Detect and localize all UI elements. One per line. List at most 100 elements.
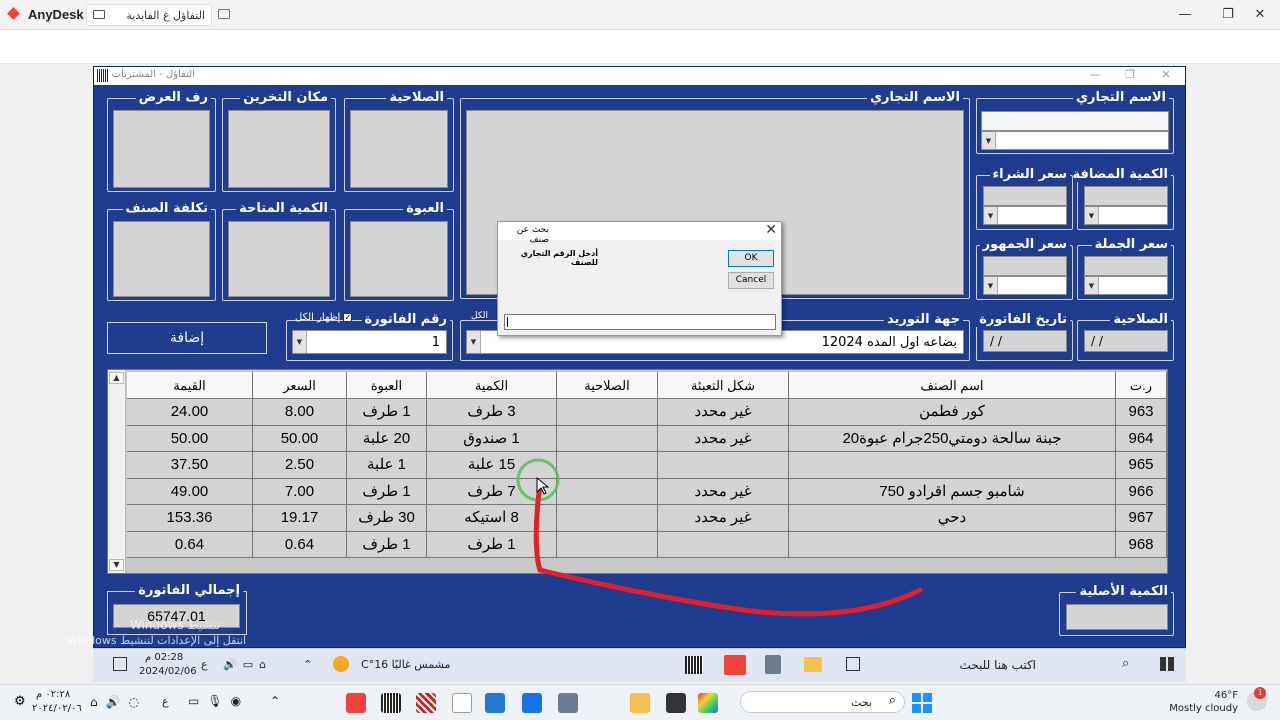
local-calculator-icon[interactable] (558, 693, 578, 713)
grid-cell-value[interactable]: 37.50 (127, 452, 253, 479)
local-barcode-icon[interactable] (381, 693, 401, 713)
invoice-no-combo[interactable]: ▼ 1 (292, 330, 447, 354)
grid-cell-package[interactable]: 1 طرف (347, 399, 427, 426)
dialog-ok-button[interactable]: OK (728, 250, 774, 267)
grid-cell-value[interactable]: 49.00 (127, 478, 253, 505)
grid-cell-package[interactable]: 20 علبة (347, 425, 427, 452)
grid-cell-packing[interactable]: غير محدد (658, 478, 789, 505)
close-icon[interactable]: ✕ (1250, 7, 1270, 22)
grid-header-packing[interactable]: شكل التعبئة (658, 372, 789, 399)
items-grid[interactable]: ▲ ▼ ر.ت اسم الصنف شكل التعبئة الصلاحية الكمي… (107, 369, 1168, 574)
grid-cell-row-no[interactable]: 967 (1116, 505, 1167, 532)
grid-cell-row-no[interactable]: 964 (1116, 425, 1167, 452)
grid-cell-quantity[interactable]: 8 استيكه (427, 505, 557, 532)
purchase-price-combo[interactable]: ▼ (983, 206, 1067, 225)
tray-chevron-icon[interactable]: ⌃ (303, 658, 312, 671)
grid-header-expiry[interactable]: الصلاحية (557, 372, 658, 399)
grid-cell-row-no[interactable]: 963 (1116, 399, 1167, 426)
grid-header-price[interactable]: السعر (253, 372, 347, 399)
minimize-icon[interactable]: — (1175, 7, 1195, 22)
local-anydesk-icon[interactable] (346, 693, 366, 713)
grid-cell-price[interactable]: 19.17 (253, 505, 347, 532)
trade-name-combo[interactable]: ▼ (981, 131, 1169, 150)
local-tray-chevron-icon[interactable]: ⌃ (270, 694, 280, 708)
local-tray-icons[interactable]: ▭🎙◉ (188, 694, 249, 708)
grid-cell-expiry[interactable] (557, 505, 658, 532)
grid-cell-row-no[interactable]: 965 (1116, 452, 1167, 479)
grid-cell-item-name[interactable]: جبنة سالحة دومتي250جرام عبوة20 (789, 425, 1116, 452)
remote-time[interactable]: 02:28 م (145, 652, 183, 663)
public-price-combo[interactable]: ▼ (983, 276, 1067, 295)
invoice-date-input[interactable]: / / (983, 330, 1067, 352)
trade-number-input[interactable] (504, 314, 776, 330)
local-network-icons[interactable]: ⌂🔊◌ (90, 695, 147, 709)
expiry-date-input[interactable]: / / (1084, 330, 1168, 352)
combo-dropdown-icon[interactable]: ▼ (1085, 207, 1099, 224)
grid-cell-packing[interactable]: غير محدد (658, 399, 789, 426)
local-time[interactable]: ٠٢:٢٨ م (36, 689, 70, 700)
barcode-app-icon[interactable] (685, 656, 703, 674)
grid-cell-price[interactable]: 0.64 (253, 531, 347, 558)
local-date[interactable]: ٢٠٢٤/٠٢/٠٦ (32, 703, 82, 714)
checkbox-checked-icon[interactable]: ✓ (343, 313, 353, 322)
show-all-checkbox[interactable]: ✓ إظهار الكل (295, 312, 353, 323)
anydesk-taskbar-icon[interactable] (724, 655, 746, 675)
grid-header-package[interactable]: العبوة (347, 372, 427, 399)
grid-cell-packing[interactable]: غير محدد (658, 505, 789, 532)
calculator-icon[interactable] (765, 655, 781, 674)
grid-cell-package[interactable]: 1 طرف (347, 531, 427, 558)
grid-cell-price[interactable]: 8.00 (253, 399, 347, 426)
grid-cell-quantity[interactable]: 3 طرف (427, 399, 557, 426)
local-start-icon[interactable] (912, 693, 932, 713)
app-blue-icon[interactable] (485, 693, 505, 713)
tray-icons[interactable]: ⌂▭🔊 (223, 658, 272, 671)
scroll-up-icon[interactable]: ▲ (109, 372, 124, 384)
scroll-down-icon[interactable]: ▼ (109, 559, 124, 571)
combo-dropdown-icon[interactable]: ▼ (1085, 277, 1099, 294)
grid-cell-item-name[interactable] (789, 452, 1116, 479)
new-session-icon[interactable] (218, 9, 230, 19)
combo-dropdown-icon[interactable]: ▼ (982, 132, 996, 149)
remote-lang[interactable]: ع (201, 658, 208, 671)
grid-header-value[interactable]: القيمة (127, 372, 253, 399)
grid-cell-row-no[interactable]: 966 (1116, 478, 1167, 505)
grid-cell-value[interactable]: 0.64 (127, 531, 253, 558)
grid-cell-package[interactable]: 1 طرف (347, 478, 427, 505)
grid-cell-item-name[interactable] (789, 531, 1116, 558)
remote-session-tab[interactable]: التفاؤل غ الفايدية (86, 4, 212, 26)
grid-header-quantity[interactable]: الكمية (427, 372, 557, 399)
grid-cell-item-name[interactable]: دحي (789, 505, 1116, 532)
grid-cell-packing[interactable] (658, 452, 789, 479)
grid-vertical-scrollbar[interactable]: ▲ ▼ (108, 370, 126, 573)
store-icon[interactable] (522, 693, 542, 713)
grid-cell-expiry[interactable] (557, 452, 658, 479)
grid-cell-value[interactable]: 50.00 (127, 425, 253, 452)
task-view-icon[interactable] (846, 657, 860, 671)
combo-dropdown-icon[interactable]: ▼ (467, 331, 481, 353)
remote-date[interactable]: 2024/02/06 (139, 666, 197, 677)
add-button[interactable]: إضافة (107, 322, 267, 354)
app-minimize-icon[interactable]: — (1086, 68, 1104, 81)
notification-icon[interactable] (113, 657, 127, 671)
combo-dropdown-icon[interactable]: ▼ (984, 277, 998, 294)
grid-header-item-name[interactable]: اسم الصنف (789, 372, 1116, 399)
grid-header-row-no[interactable]: ر.ت (1116, 372, 1167, 399)
local-file-explorer-icon[interactable] (630, 693, 650, 713)
dialog-cancel-button[interactable]: Cancel (728, 272, 774, 289)
local-search-box[interactable]: ⌕ بحث (740, 691, 905, 713)
remote-search-placeholder[interactable]: اكتب هنا للبحث (960, 658, 1036, 672)
grid-cell-item-name[interactable]: شامبو جسم اقرادو 750 (789, 478, 1116, 505)
grid-cell-value[interactable]: 24.00 (127, 399, 253, 426)
grid-cell-quantity[interactable]: 15 علبة (427, 452, 557, 479)
added-qty-combo[interactable]: ▼ (1084, 206, 1168, 225)
grid-cell-package[interactable]: 30 طرف (347, 505, 427, 532)
dialog-close-icon[interactable]: ✕ (765, 222, 777, 238)
grid-cell-quantity[interactable]: 1 طرف (427, 531, 557, 558)
document-icon[interactable] (452, 693, 472, 713)
remote-start-icon[interactable] (1160, 657, 1174, 671)
restore-icon[interactable]: ❐ (1218, 7, 1238, 22)
grid-cell-packing[interactable]: غير محدد (658, 425, 789, 452)
grid-cell-expiry[interactable] (557, 425, 658, 452)
grid-cell-item-name[interactable]: كور فطمن (789, 399, 1116, 426)
app-close-icon[interactable]: ✕ (1157, 68, 1175, 81)
